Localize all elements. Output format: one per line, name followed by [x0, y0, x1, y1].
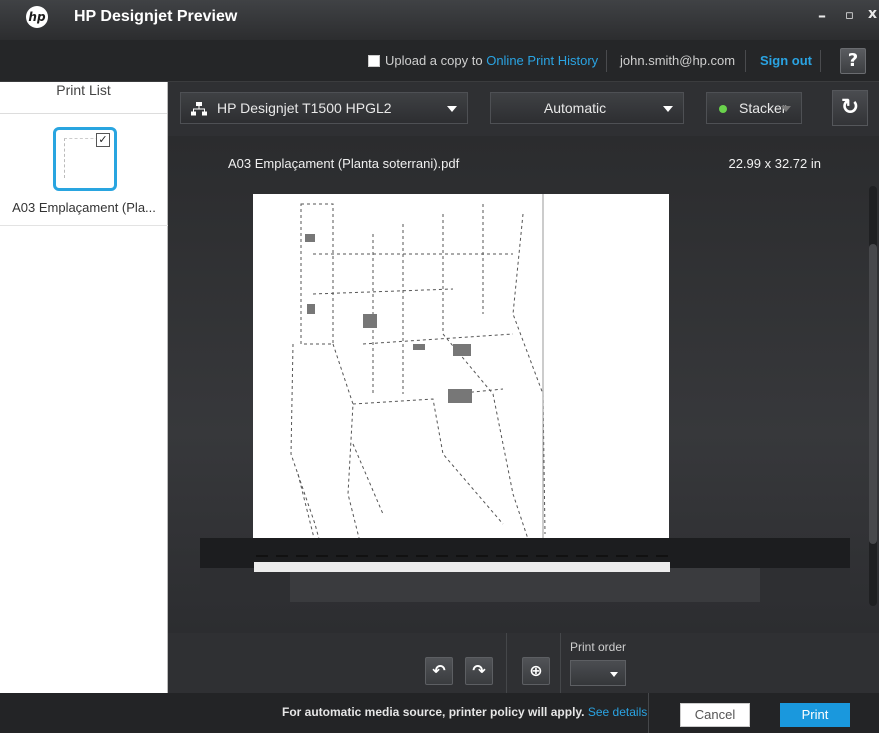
- upload-copy-checkbox[interactable]: [368, 55, 380, 67]
- scrollbar-thumb[interactable]: [869, 244, 877, 544]
- print-order-select[interactable]: [570, 660, 626, 686]
- media-source-value: Automatic: [543, 100, 607, 116]
- file-name: A03 Emplaçament (Planta soterrani).pdf: [228, 156, 460, 171]
- divider: [820, 50, 821, 72]
- status-message: For automatic media source, printer poli…: [282, 705, 648, 719]
- printer-name: HP Designjet T1500 HPGL2: [217, 100, 392, 116]
- paper-preview: [253, 194, 669, 569]
- chevron-down-icon: [447, 106, 457, 112]
- network-printer-icon: [191, 102, 207, 116]
- chevron-down-icon: [781, 106, 791, 112]
- maximize-button[interactable]: ▫: [845, 8, 854, 23]
- print-list-header: Print List: [0, 82, 167, 114]
- account-bar: Upload a copy to Online Print History jo…: [0, 40, 879, 82]
- divider: [606, 50, 607, 72]
- printer-toolbar: HP Designjet T1500 HPGL2 Automatic Stack…: [168, 82, 879, 136]
- output-value: Stacker: [739, 100, 787, 116]
- file-size: 22.99 x 32.72 in: [728, 156, 821, 171]
- preview-area: A03 Emplaçament (Planta soterrani).pdf 2…: [168, 136, 879, 633]
- online-print-history-link[interactable]: Online Print History: [486, 53, 598, 68]
- print-list-item-label[interactable]: A03 Emplaçament (Pla...: [0, 200, 168, 226]
- center-button[interactable]: ⊕: [522, 657, 550, 685]
- rotate-left-button[interactable]: ↶: [425, 657, 453, 685]
- printer-dropdown[interactable]: HP Designjet T1500 HPGL2: [180, 92, 468, 124]
- media-source-dropdown[interactable]: Automatic: [490, 92, 684, 124]
- divider: [745, 50, 746, 72]
- sign-out-link[interactable]: Sign out: [760, 53, 812, 68]
- print-list-panel: Print List ✓ A03 Emplaçament (Pla...: [0, 82, 168, 693]
- preview-controls: ↶ ↷ ⊕ Print order: [168, 633, 879, 693]
- output-dropdown[interactable]: Stacker: [706, 92, 802, 124]
- cancel-button[interactable]: Cancel: [680, 703, 750, 727]
- divider: [506, 633, 507, 693]
- user-email: john.smith@hp.com: [620, 53, 736, 68]
- checkmark-icon[interactable]: ✓: [96, 133, 110, 147]
- printer-illustration: [200, 538, 850, 602]
- close-button[interactable]: x: [868, 6, 877, 22]
- chevron-down-icon: [610, 672, 618, 677]
- minimize-button[interactable]: –: [818, 6, 826, 25]
- print-button[interactable]: Print: [780, 703, 850, 727]
- divider: [648, 693, 649, 733]
- refresh-button[interactable]: ↻: [832, 90, 868, 126]
- status-bar: For automatic media source, printer poli…: [0, 693, 879, 733]
- drawing-preview-image: [290, 194, 546, 569]
- upload-copy-label: Upload a copy to Online Print History: [385, 53, 599, 68]
- see-details-link[interactable]: See details: [588, 705, 647, 719]
- app-title: HP Designjet Preview: [74, 8, 238, 25]
- chevron-down-icon: [663, 106, 673, 112]
- print-order-label: Print order: [570, 640, 627, 654]
- title-bar: hp HP Designjet Preview – ▫ x: [0, 0, 879, 40]
- status-dot-icon: [719, 105, 727, 113]
- rotate-right-button[interactable]: ↷: [465, 657, 493, 685]
- help-button[interactable]: ?: [840, 48, 866, 74]
- hp-logo-icon: hp: [26, 6, 48, 28]
- print-list-item-thumbnail[interactable]: ✓: [53, 127, 117, 191]
- divider: [560, 633, 561, 693]
